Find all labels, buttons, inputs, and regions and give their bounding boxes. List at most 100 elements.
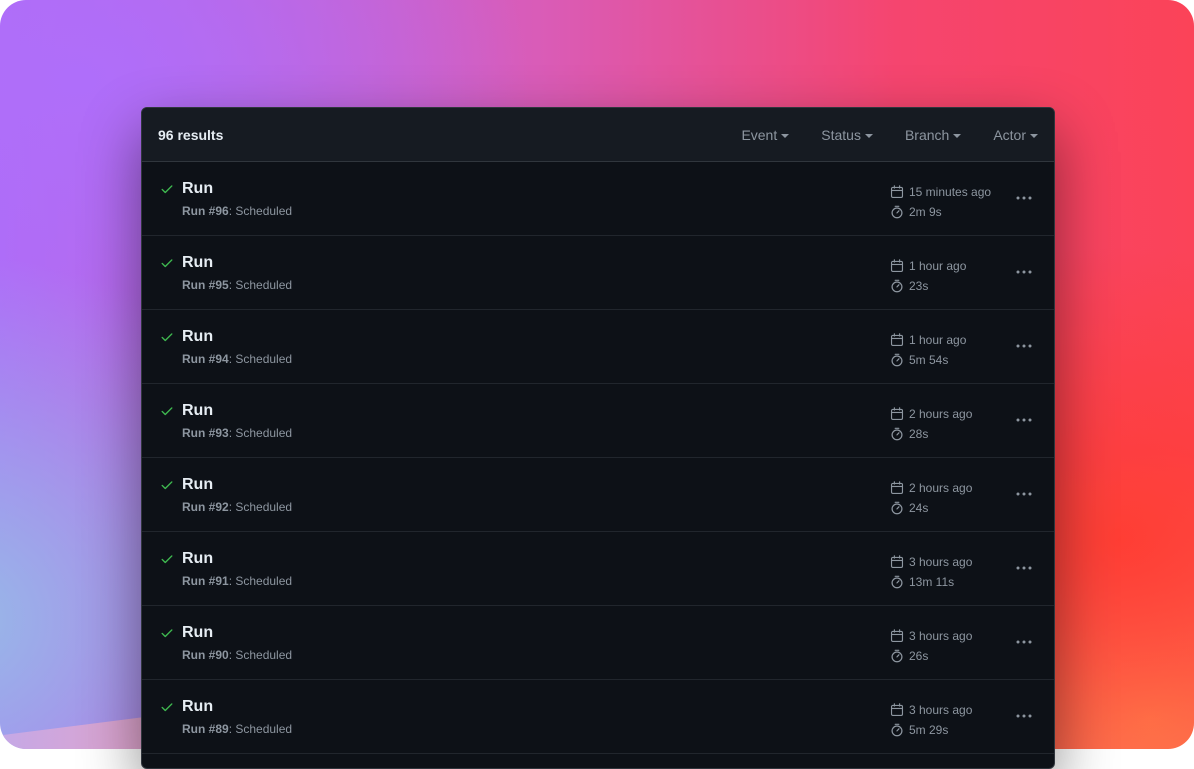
check-icon — [161, 481, 173, 490]
check-icon — [161, 555, 173, 564]
run-meta: 2 hours ago 28s — [890, 404, 972, 444]
kebab-horizontal-icon — [1016, 714, 1032, 718]
run-title[interactable]: Run — [182, 254, 213, 272]
run-time-ago: 2 hours ago — [909, 407, 973, 421]
kebab-horizontal-icon — [1016, 566, 1032, 570]
runs-header: 96 results Event Status Branch Actor — [142, 108, 1054, 162]
more-actions-button[interactable] — [1008, 556, 1040, 580]
more-actions-button[interactable] — [1008, 630, 1040, 654]
kebab-horizontal-icon — [1016, 418, 1032, 422]
run-trigger: : Scheduled — [228, 204, 293, 218]
run-row[interactable]: Run Run #93: Scheduled 2 hours ago 28s — [142, 384, 1054, 458]
run-meta: 3 hours ago 13m 11s — [890, 552, 972, 592]
more-actions-button[interactable] — [1008, 482, 1040, 506]
run-row[interactable]: Run Run #96: Scheduled 15 minutes ago 2m — [142, 162, 1054, 236]
background-shape — [0, 715, 160, 749]
run-meta: 3 hours ago 26s — [890, 626, 972, 666]
calendar-icon — [890, 185, 904, 199]
check-icon — [161, 407, 173, 416]
check-icon — [161, 333, 173, 342]
stopwatch-icon — [891, 575, 903, 589]
run-subtitle: Run #92: Scheduled — [182, 500, 292, 514]
run-row[interactable]: Run Run #90: Scheduled 3 hours ago 26s — [142, 606, 1054, 680]
filter-event[interactable]: Event — [741, 127, 790, 143]
run-title[interactable]: Run — [182, 328, 213, 346]
more-actions-button[interactable] — [1008, 260, 1040, 284]
run-duration: 28s — [909, 427, 929, 441]
run-row[interactable]: Run Run #92: Scheduled 2 hours ago 24s — [142, 458, 1054, 532]
kebab-horizontal-icon — [1016, 492, 1032, 496]
filter-branch[interactable]: Branch — [905, 127, 962, 143]
run-time-line: 1 hour ago — [890, 256, 966, 276]
run-row[interactable]: Run Run #89: Scheduled 3 hours ago 5m 29… — [142, 680, 1054, 754]
run-list: Run Run #96: Scheduled 15 minutes ago 2m — [142, 162, 1054, 754]
more-actions-button[interactable] — [1008, 334, 1040, 358]
filter-actor-label: Actor — [993, 126, 1026, 143]
run-subtitle: Run #94: Scheduled — [182, 352, 292, 366]
run-trigger: : Scheduled — [228, 574, 293, 588]
run-trigger: : Scheduled — [228, 648, 293, 662]
stopwatch-icon — [891, 723, 903, 737]
more-actions-button[interactable] — [1008, 186, 1040, 210]
more-actions-button[interactable] — [1008, 408, 1040, 432]
run-time-line: 3 hours ago — [890, 700, 972, 720]
caret-down-icon — [1030, 133, 1038, 138]
check-icon — [161, 703, 173, 712]
run-duration: 13m 11s — [909, 575, 955, 589]
run-time-ago: 2 hours ago — [909, 481, 973, 495]
caret-down-icon — [781, 133, 790, 138]
run-duration-line: 2m 9s — [890, 202, 991, 222]
run-subtitle: Run #96: Scheduled — [182, 204, 292, 218]
run-duration-line: 28s — [890, 424, 972, 444]
kebab-horizontal-icon — [1016, 196, 1032, 200]
run-duration: 24s — [909, 501, 929, 515]
run-title[interactable]: Run — [182, 402, 213, 420]
filter-actor[interactable]: Actor — [993, 127, 1038, 143]
run-time-line: 1 hour ago — [890, 330, 966, 350]
more-actions-button[interactable] — [1008, 704, 1040, 728]
run-number: Run #94 — [182, 352, 229, 366]
run-time-ago: 3 hours ago — [909, 555, 973, 569]
run-trigger: : Scheduled — [228, 722, 293, 736]
caret-down-icon — [953, 133, 962, 138]
run-title[interactable]: Run — [182, 624, 213, 642]
run-duration: 2m 9s — [909, 205, 942, 219]
run-title[interactable]: Run — [182, 180, 213, 198]
stopwatch-icon — [891, 649, 903, 663]
run-title[interactable]: Run — [182, 550, 213, 568]
run-duration-line: 5m 54s — [890, 350, 966, 370]
calendar-icon — [890, 629, 904, 643]
run-subtitle: Run #90: Scheduled — [182, 648, 292, 662]
calendar-icon — [890, 703, 904, 717]
calendar-icon — [890, 333, 904, 347]
run-subtitle: Run #89: Scheduled — [182, 722, 292, 736]
stopwatch-icon — [891, 501, 903, 515]
kebab-horizontal-icon — [1016, 640, 1032, 644]
run-subtitle: Run #93: Scheduled — [182, 426, 292, 440]
run-title[interactable]: Run — [182, 698, 213, 716]
run-trigger: : Scheduled — [228, 500, 293, 514]
run-time-line: 3 hours ago — [890, 626, 972, 646]
run-number: Run #89 — [182, 722, 229, 736]
run-time-line: 2 hours ago — [890, 478, 972, 498]
filter-status-label: Status — [821, 126, 861, 143]
run-number: Run #90 — [182, 648, 229, 662]
run-time-ago: 3 hours ago — [909, 703, 973, 717]
filter-status[interactable]: Status — [821, 127, 873, 143]
run-trigger: : Scheduled — [228, 278, 293, 292]
run-time-ago: 1 hour ago — [909, 333, 967, 347]
run-duration-line: 13m 11s — [890, 572, 972, 592]
run-title[interactable]: Run — [182, 476, 213, 494]
run-duration-line: 26s — [890, 646, 972, 666]
run-duration-line: 24s — [890, 498, 972, 518]
stopwatch-icon — [891, 205, 903, 219]
calendar-icon — [890, 259, 904, 273]
run-duration: 5m 54s — [909, 353, 949, 367]
run-row[interactable]: Run Run #95: Scheduled 1 hour ago 23s — [142, 236, 1054, 310]
run-duration: 5m 29s — [909, 723, 949, 737]
calendar-icon — [890, 407, 904, 421]
run-time-line: 2 hours ago — [890, 404, 972, 424]
run-row[interactable]: Run Run #91: Scheduled 3 hours ago 13m 1… — [142, 532, 1054, 606]
run-row[interactable]: Run Run #94: Scheduled 1 hour ago 5m 54s — [142, 310, 1054, 384]
filter-bar: Event Status Branch Actor — [709, 127, 1038, 143]
